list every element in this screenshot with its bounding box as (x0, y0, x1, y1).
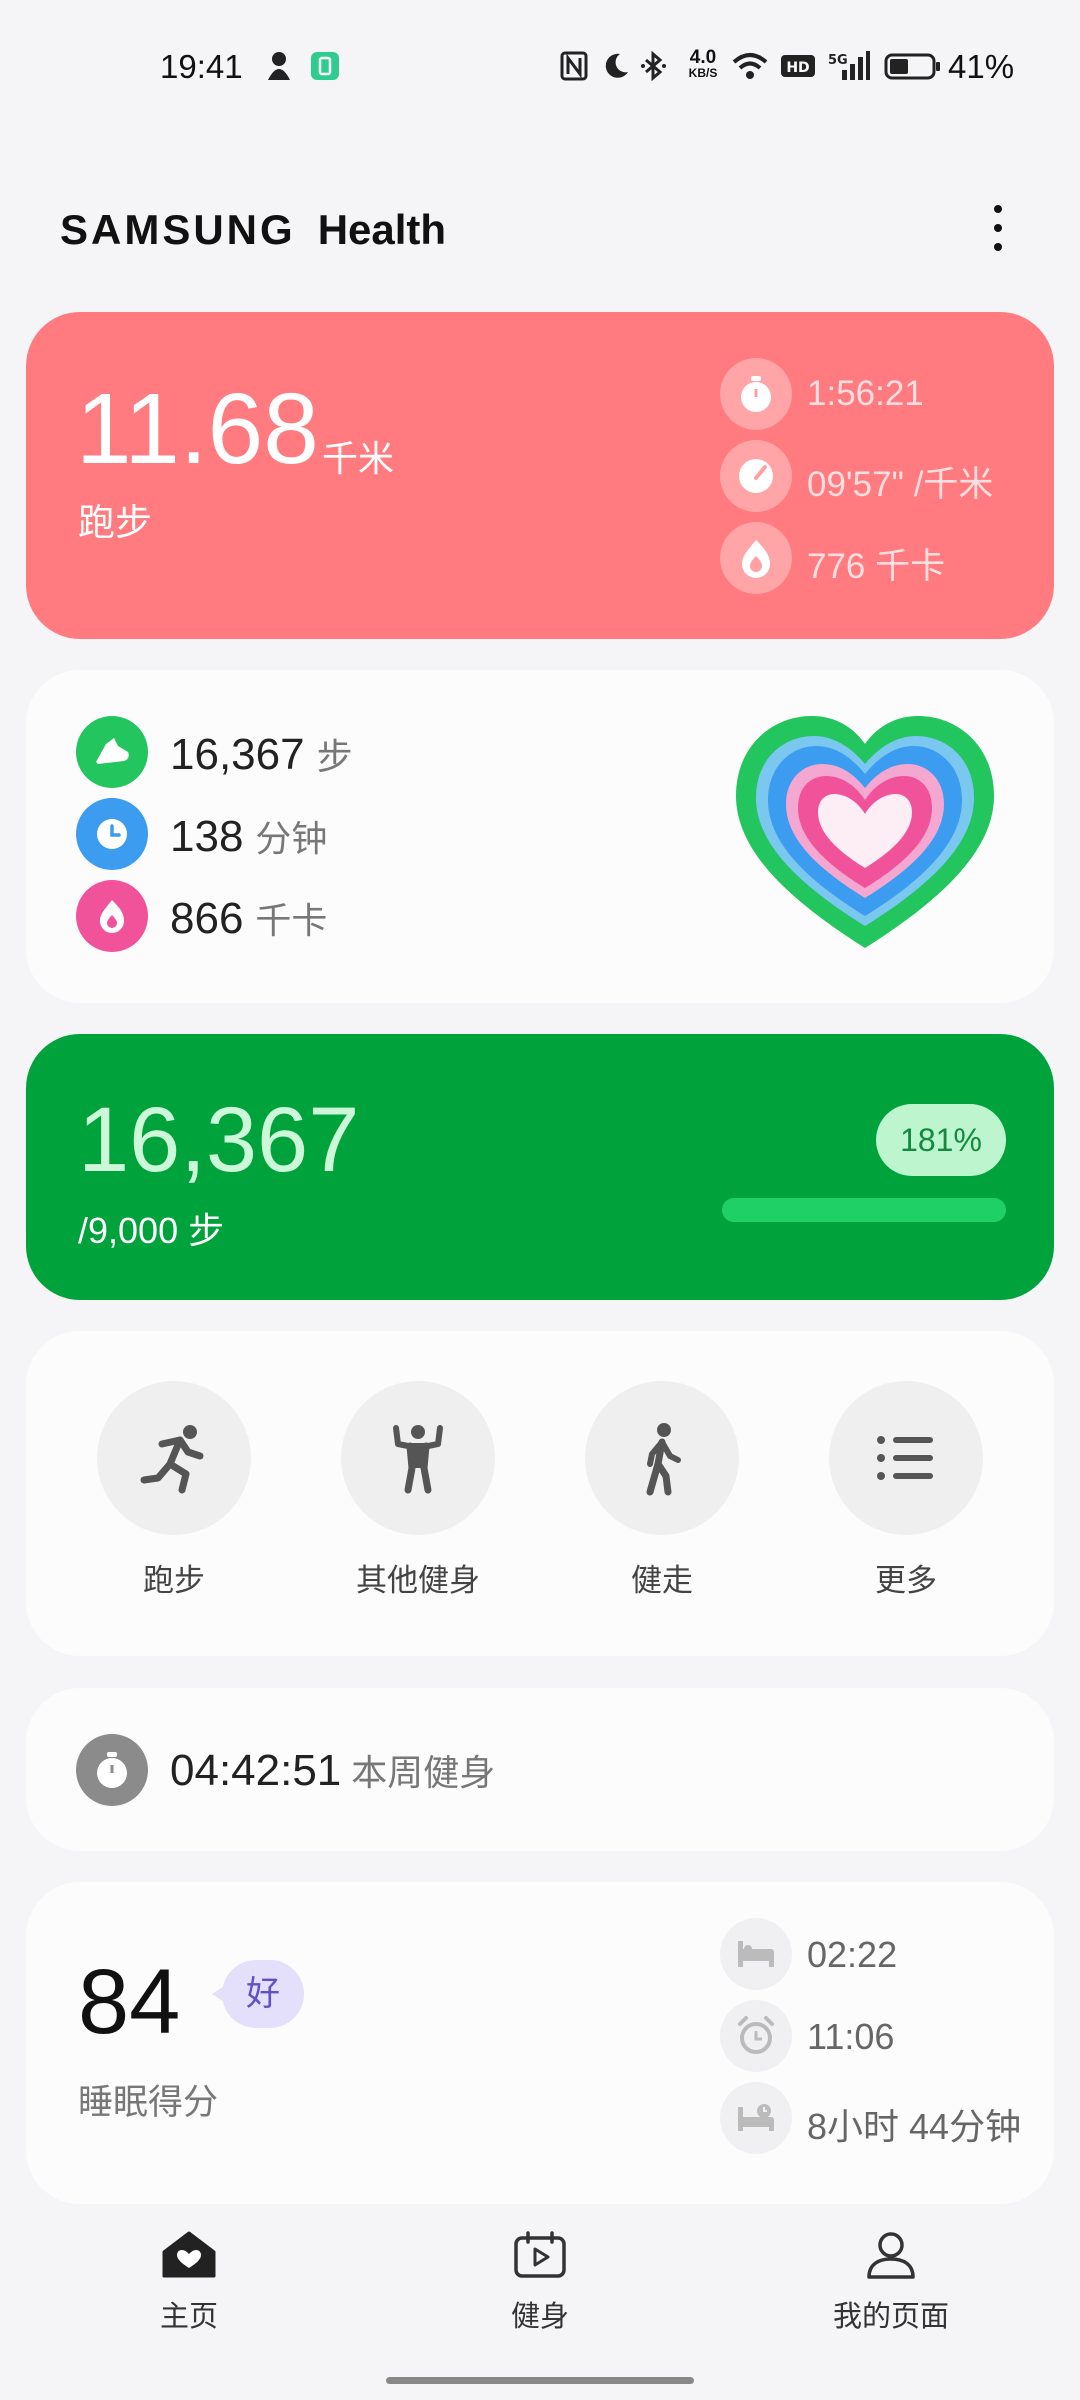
stopwatch-icon (76, 1734, 148, 1806)
bed-clock-icon (720, 2082, 792, 2154)
workout-running[interactable]: 跑步 (94, 1381, 254, 1600)
stopwatch-icon (720, 358, 792, 430)
running-distance-unit: 千米 (322, 438, 395, 479)
running-distance: 11.68 (76, 373, 319, 485)
workout-more[interactable]: 更多 (826, 1381, 986, 1600)
sleep-wake: 11:06 (720, 2000, 1050, 2072)
status-bar: 19:41 4.0 KB/S HD 5G 41% (0, 0, 1080, 130)
clock-icon (76, 798, 148, 870)
steps-count: 16,367 (78, 1089, 360, 1191)
bed-icon (720, 1918, 792, 1990)
bottom-navigation: 主页 健身 我的页面 (0, 2210, 1080, 2400)
workouts-card: 跑步 其他健身 健走 更多 (26, 1331, 1054, 1656)
svg-text:5G: 5G (828, 53, 848, 68)
speedometer-icon (720, 440, 792, 512)
signal-icon: 5G (828, 51, 870, 80)
home-indicator[interactable] (386, 2377, 694, 2384)
person-icon (867, 2232, 915, 2279)
weekly-workout-time: 04:42:51 本周健身 (170, 1746, 496, 1795)
battery-percent: 41% (948, 48, 1015, 85)
walking-icon (585, 1381, 739, 1535)
battery-app-icon (311, 52, 339, 80)
running-card[interactable]: 11.68 千米 跑步 1:56:21 09'57" /千米 776 千卡 (26, 312, 1054, 639)
nav-my-page[interactable]: 我的页面 (791, 2230, 991, 2335)
more-vertical-icon[interactable] (983, 205, 1013, 261)
sleep-score-label: 睡眠得分 (78, 2083, 219, 2122)
app-title: SAMSUNG Health (60, 206, 447, 253)
flame-icon (76, 880, 148, 952)
wifi-icon (732, 53, 768, 79)
running-duration: 1:56:21 (720, 358, 1040, 430)
workout-other[interactable]: 其他健身 (338, 1381, 498, 1600)
status-time: 19:41 (160, 48, 243, 85)
steps-progress-bar (722, 1198, 1006, 1222)
activity-card[interactable]: 16,367 步 138 分钟 866 千卡 (26, 670, 1054, 1003)
moon-icon (605, 53, 628, 78)
hd-icon: HD (781, 55, 815, 77)
strength-icon (341, 1381, 495, 1535)
activity-steps: 16,367 步 (76, 716, 676, 788)
bluetooth-icon (641, 50, 666, 82)
shoe-icon (76, 716, 148, 788)
activity-minutes: 138 分钟 (76, 798, 676, 870)
steps-percent-badge: 181% (876, 1104, 1006, 1176)
notification-icon (268, 52, 290, 80)
weekly-workout-card[interactable]: 04:42:51 本周健身 (26, 1688, 1054, 1851)
activity-heart-rings (736, 716, 994, 948)
running-calories: 776 千卡 (720, 522, 1040, 594)
sleep-rating-badge: 好 (212, 1960, 304, 2028)
flame-icon (720, 522, 792, 594)
home-heart-icon (162, 2231, 216, 2278)
sleep-score: 84 (78, 1951, 181, 2053)
running-icon (97, 1381, 251, 1535)
fitness-play-icon (514, 2231, 566, 2278)
nav-home[interactable]: 主页 (89, 2230, 289, 2335)
sleep-duration: 8小时 44分钟 (720, 2082, 1050, 2154)
steps-target: /9,000 步 (78, 1210, 225, 1251)
sleep-bedtime: 02:22 (720, 1918, 1050, 1990)
steps-goal-card[interactable]: 16,367 /9,000 步 181% (26, 1034, 1054, 1300)
battery-icon (884, 53, 940, 80)
workout-walking[interactable]: 健走 (582, 1381, 742, 1600)
alarm-icon (720, 2000, 792, 2072)
svg-text:HD: HD (786, 60, 809, 76)
activity-calories: 866 千卡 (76, 880, 676, 952)
running-pace: 09'57" /千米 (720, 440, 1040, 512)
nav-fitness[interactable]: 健身 (440, 2230, 640, 2335)
network-speed: 4.0 KB/S (688, 47, 718, 80)
running-label: 跑步 (78, 502, 152, 543)
sleep-card[interactable]: 84 好 睡眠得分 02:22 11:06 8小时 44分钟 (26, 1882, 1054, 2204)
nfc-icon (560, 51, 588, 81)
list-icon (829, 1381, 983, 1535)
